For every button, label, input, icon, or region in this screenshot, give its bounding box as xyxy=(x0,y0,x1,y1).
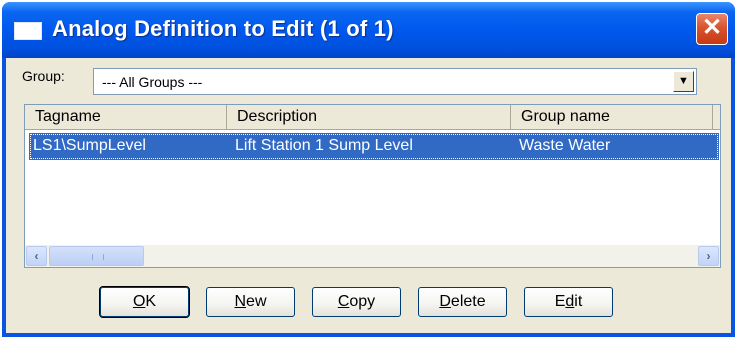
new-button[interactable]: New xyxy=(206,287,295,317)
column-header-group-name[interactable]: Group name xyxy=(511,105,713,129)
delete-button[interactable]: Delete xyxy=(418,287,507,317)
scroll-left-button[interactable]: ‹ xyxy=(26,246,47,266)
group-dropdown[interactable]: --- All Groups --- ▼ xyxy=(93,68,697,95)
ok-label-rest: K xyxy=(145,293,157,310)
window-title: Analog Definition to Edit (1 of 1) xyxy=(52,16,394,41)
list-header: Tagname Description Group name xyxy=(25,105,720,130)
close-icon: ✕ xyxy=(701,14,723,41)
edit-button[interactable]: Edit xyxy=(524,287,613,317)
cell-group-name: Waste Water xyxy=(519,137,611,154)
ok-mnemonic: O xyxy=(132,293,146,310)
dropdown-button[interactable]: ▼ xyxy=(673,71,694,92)
group-label: Group: xyxy=(22,68,65,84)
cell-description: Lift Station 1 Sump Level xyxy=(235,137,413,154)
delete-label-rest: elete xyxy=(450,293,486,310)
copy-label-rest: opy xyxy=(349,293,376,310)
window-icon xyxy=(14,22,42,40)
dialog-window: Analog Definition to Edit (1 of 1) ✕ Gro… xyxy=(2,2,735,337)
scrollbar-thumb[interactable] xyxy=(49,246,144,266)
ok-button[interactable]: OK xyxy=(99,286,190,318)
grip-icon xyxy=(92,254,104,260)
dialog-body: Group: --- All Groups --- ▼ Tagname Desc… xyxy=(6,58,731,333)
delete-mnemonic: D xyxy=(439,293,451,310)
tag-list[interactable]: Tagname Description Group name LS1\SumpL… xyxy=(24,104,721,268)
edit-label-rest: it xyxy=(574,293,583,310)
column-header-tagname[interactable]: Tagname xyxy=(25,105,227,129)
copy-button[interactable]: Copy xyxy=(312,287,401,317)
chevron-left-icon: ‹ xyxy=(34,249,39,263)
table-row[interactable]: LS1\SumpLevel Lift Station 1 Sump Level … xyxy=(29,133,719,160)
horizontal-scrollbar[interactable]: ‹ › xyxy=(25,245,720,267)
chevron-right-icon: › xyxy=(706,249,711,263)
column-header-description[interactable]: Description xyxy=(227,105,511,129)
copy-mnemonic: C xyxy=(337,293,350,310)
cell-tagname: LS1\SumpLevel xyxy=(33,137,146,154)
new-mnemonic: N xyxy=(234,293,247,310)
close-button[interactable]: ✕ xyxy=(696,13,728,45)
scroll-right-button[interactable]: › xyxy=(698,246,719,266)
edit-label-first: E xyxy=(554,293,566,310)
new-label-rest: ew xyxy=(246,293,267,310)
title-bar[interactable]: Analog Definition to Edit (1 of 1) ✕ xyxy=(2,2,735,58)
chevron-down-icon: ▼ xyxy=(678,75,689,87)
group-selected-value: --- All Groups --- xyxy=(102,74,203,90)
edit-mnemonic: d xyxy=(565,293,575,310)
